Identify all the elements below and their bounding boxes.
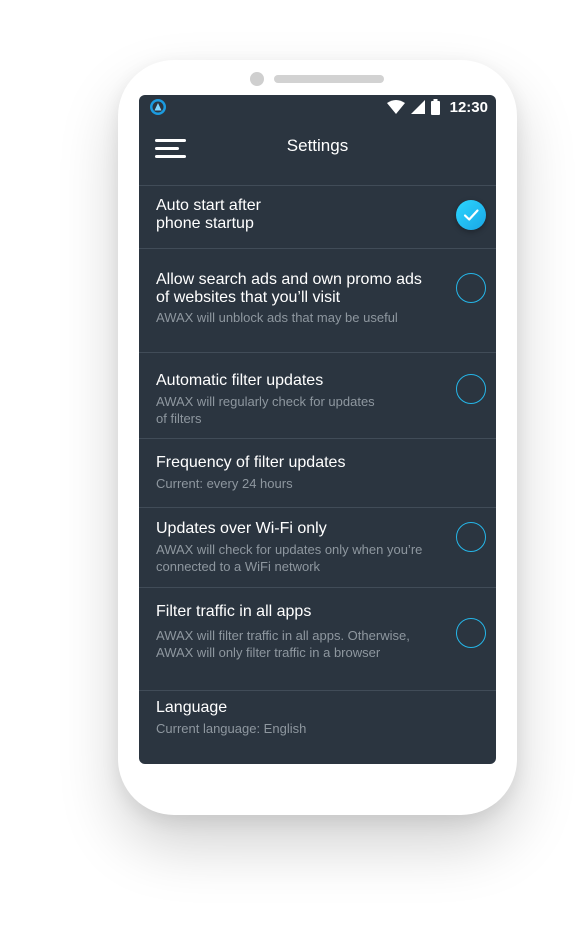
signal-icon [410,100,425,114]
setting-title-line1: Filter traffic in all apps [156,603,312,620]
setting-title-line1: Automatic filter updates [156,372,324,389]
status-bar: 12:30 [139,95,496,119]
setting-language[interactable]: Language Current language: English [139,690,496,764]
wifi-icon [386,100,405,114]
battery-icon [430,99,440,115]
setting-subtitle-line1: AWAX will check for updates only when yo… [156,542,423,557]
setting-subtitle-line1: AWAX will unblock ads that may be useful [156,310,398,325]
checkbox-unchecked[interactable] [456,522,486,552]
checkbox-unchecked[interactable] [456,618,486,648]
phone-frame: 12:30 Settings Auto start after phone st… [118,60,517,815]
setting-allow-search-ads[interactable]: Allow search ads and own promo ads of we… [139,248,496,352]
setting-subtitle-line1: AWAX will filter traffic in all apps. Ot… [156,628,410,643]
earpiece-speaker [274,75,384,83]
setting-automatic-filter-updates[interactable]: Automatic filter updates AWAX will regul… [139,352,496,438]
status-time: 12:30 [449,98,488,116]
setting-filter-all-apps[interactable]: Filter traffic in all apps AWAX will fil… [139,587,496,690]
toolbar: Settings [139,119,496,185]
setting-title-line1: Updates over Wi-Fi only [156,520,327,537]
settings-list: Auto start after phone startup Allow sea… [139,185,496,764]
page-title: Settings [286,136,349,155]
setting-subtitle-line2: AWAX will only filter traffic in a brows… [156,645,381,660]
setting-auto-start[interactable]: Auto start after phone startup [139,185,496,248]
setting-subtitle-line2: of filters [156,411,202,426]
setting-title-line1: Auto start after [156,197,261,214]
setting-subtitle-line2: connected to a WiFi network [156,559,321,574]
setting-updates-wifi-only[interactable]: Updates over Wi-Fi only AWAX will check … [139,507,496,587]
checkbox-checked[interactable] [456,200,486,230]
checkmark-icon [463,209,479,221]
setting-subtitle-line1: AWAX will regularly check for updates [156,394,375,409]
setting-title-line1: Allow search ads and own promo ads [156,271,422,288]
status-icons: 12:30 [386,95,488,119]
awax-logo-icon [150,99,166,115]
setting-title-line1: Language [156,699,228,716]
checkbox-unchecked[interactable] [456,374,486,404]
setting-filter-update-frequency[interactable]: Frequency of filter updates Current: eve… [139,438,496,507]
setting-subtitle-line1: Current language: English [156,721,307,736]
setting-subtitle-line1: Current: every 24 hours [156,476,293,491]
setting-title-line2: phone startup [156,215,254,232]
checkbox-unchecked[interactable] [456,273,486,303]
front-camera [250,72,264,86]
setting-title-line1: Frequency of filter updates [156,454,346,471]
setting-title-line2: of websites that you’ll visit [156,289,341,306]
app-screen: 12:30 Settings Auto start after phone st… [139,95,496,764]
